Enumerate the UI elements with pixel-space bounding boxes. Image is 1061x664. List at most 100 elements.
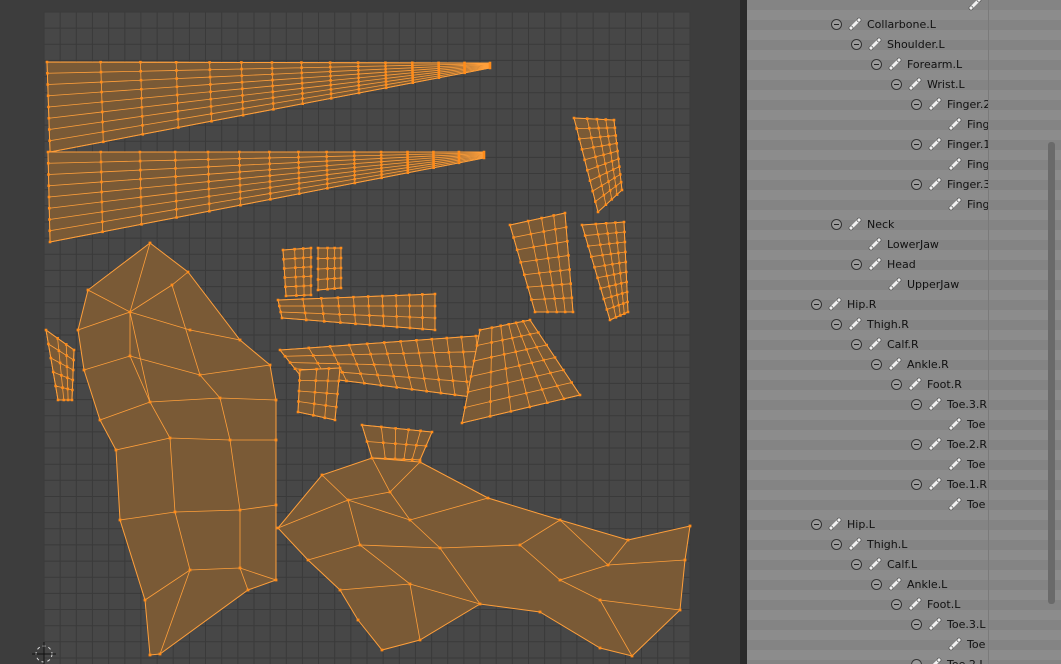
bone-label: Foot.R (927, 377, 962, 391)
outliner-bone-row[interactable]: Ankle.L (871, 574, 947, 594)
collapse-toggle-icon[interactable] (831, 318, 842, 330)
bone-label: Toe (967, 417, 986, 431)
uv-canvas[interactable] (0, 0, 740, 664)
outliner-bone-row[interactable]: Fing (931, 194, 990, 214)
collapse-toggle-icon[interactable] (811, 298, 822, 310)
bone-label: UpperJaw (907, 277, 960, 291)
bone-label: Wrist.L (927, 77, 965, 91)
collapse-toggle-icon[interactable] (911, 178, 922, 190)
outliner-bone-row[interactable]: Fing (931, 114, 990, 134)
collapse-toggle-icon[interactable] (831, 538, 842, 550)
outliner-bone-row[interactable]: Finger.1 (911, 134, 990, 154)
outliner-bone-row[interactable]: Toe (931, 454, 985, 474)
bone-icon (868, 557, 882, 571)
uv-island-small-b[interactable] (316, 246, 343, 292)
collapse-toggle-icon[interactable] (851, 558, 862, 570)
outliner-bone-row[interactable]: Calf.L (851, 554, 917, 574)
collapse-toggle-icon[interactable] (911, 658, 922, 664)
bone-icon (928, 137, 942, 151)
outliner-bone-row[interactable]: Hip.R (811, 294, 876, 314)
bone-icon (968, 0, 982, 11)
collapse-toggle-icon[interactable] (891, 378, 902, 390)
outliner-bone-row[interactable]: Foot.L (891, 594, 960, 614)
collapse-toggle-icon[interactable] (891, 598, 902, 610)
outliner-bone-row[interactable]: Toe.3.R (911, 394, 987, 414)
outliner-bone-row[interactable]: Toe (931, 414, 985, 434)
collapse-toggle-icon[interactable] (831, 218, 842, 230)
bone-icon (848, 17, 862, 31)
outliner-bone-row[interactable]: Toe.3.L (911, 614, 985, 634)
uv-island-small-a[interactable] (281, 246, 313, 298)
outliner-bone-row[interactable]: Shoulder.L (851, 34, 945, 54)
collapse-toggle-icon[interactable] (911, 478, 922, 490)
bone-icon (928, 617, 942, 631)
bone-icon (828, 297, 842, 311)
bone-icon (928, 397, 942, 411)
outliner-bone-row[interactable]: Head (851, 254, 916, 274)
bone-icon (888, 277, 902, 291)
collapse-toggle-icon[interactable] (851, 338, 862, 350)
bone-label: Thigh.L (867, 537, 908, 551)
uv-image-editor[interactable] (0, 0, 740, 664)
area-divider[interactable] (740, 0, 747, 664)
outliner-bone-row[interactable]: Toe (931, 494, 985, 514)
bone-icon (868, 237, 882, 251)
bone-icon (888, 357, 902, 371)
outliner-bone-row[interactable]: Collarbone.L (831, 14, 936, 34)
bone-icon (908, 77, 922, 91)
bone-label: Toe.3.L (947, 617, 986, 631)
bone-label: Shoulder.L (887, 37, 945, 51)
bone-icon (948, 457, 962, 471)
outliner-bone-row[interactable]: Calf.R (851, 334, 919, 354)
collapse-toggle-icon[interactable] (911, 438, 922, 450)
collapse-toggle-icon[interactable] (911, 138, 922, 150)
outliner-bone-row[interactable]: Foot.R (891, 374, 962, 394)
outliner-bone-row[interactable]: Neck (831, 214, 894, 234)
outliner-bone-row[interactable]: Fing (931, 154, 990, 174)
bone-label: Fing (967, 197, 990, 211)
outliner-bone-row[interactable]: Toe (931, 634, 985, 654)
outliner-bone-row[interactable]: Hip.L (811, 514, 875, 534)
collapse-toggle-icon[interactable] (851, 258, 862, 270)
collapse-toggle-icon[interactable] (831, 18, 842, 30)
bone-icon (928, 177, 942, 191)
outliner-bone-row[interactable]: Finger.3 (911, 174, 990, 194)
bone-icon (888, 577, 902, 591)
collapse-toggle-icon[interactable] (851, 38, 862, 50)
bone-label: Forearm.L (907, 57, 963, 71)
outliner-bone-row[interactable]: Thigh.L (831, 534, 907, 554)
outliner-bone-row[interactable]: UpperJaw (871, 274, 959, 294)
outliner-bone-row[interactable]: Forearm.L (871, 54, 962, 74)
bone-icon (948, 157, 962, 171)
bone-label: Toe (967, 457, 986, 471)
collapse-toggle-icon[interactable] (871, 578, 882, 590)
bone-icon (928, 437, 942, 451)
bone-icon (948, 117, 962, 131)
outliner-bone-row[interactable]: Toe.2.L (911, 654, 985, 664)
outliner-panel[interactable]: Fing Collarbone.L Shoulder.L Forearm.L Wrist… (747, 0, 1061, 664)
outliner-scrollbar[interactable] (1048, 142, 1055, 604)
outliner-bone-row[interactable]: Finger.2 (911, 94, 990, 114)
outliner-bone-row[interactable]: Toe.2.R (911, 434, 987, 454)
outliner-restriction-column (989, 0, 1053, 664)
outliner-bone-row[interactable]: LowerJaw (851, 234, 939, 254)
collapse-toggle-icon[interactable] (811, 518, 822, 530)
collapse-toggle-icon[interactable] (891, 78, 902, 90)
bone-label: Toe (967, 637, 986, 651)
collapse-toggle-icon[interactable] (911, 618, 922, 630)
bone-icon (848, 217, 862, 231)
bone-icon (948, 197, 962, 211)
uv-island-arm-lower[interactable] (296, 366, 342, 422)
outliner-bone-row[interactable]: Ankle.R (871, 354, 949, 374)
collapse-toggle-icon[interactable] (911, 398, 922, 410)
collapse-toggle-icon[interactable] (871, 358, 882, 370)
bone-icon (828, 517, 842, 531)
bone-icon (908, 597, 922, 611)
bone-label: Foot.L (927, 597, 961, 611)
outliner-bone-row[interactable]: Thigh.R (831, 314, 909, 334)
bone-label: Toe.2.L (947, 657, 986, 664)
outliner-bone-row[interactable]: Wrist.L (891, 74, 965, 94)
outliner-bone-row[interactable]: Toe.1.R (911, 474, 987, 494)
collapse-toggle-icon[interactable] (911, 98, 922, 110)
collapse-toggle-icon[interactable] (871, 58, 882, 70)
